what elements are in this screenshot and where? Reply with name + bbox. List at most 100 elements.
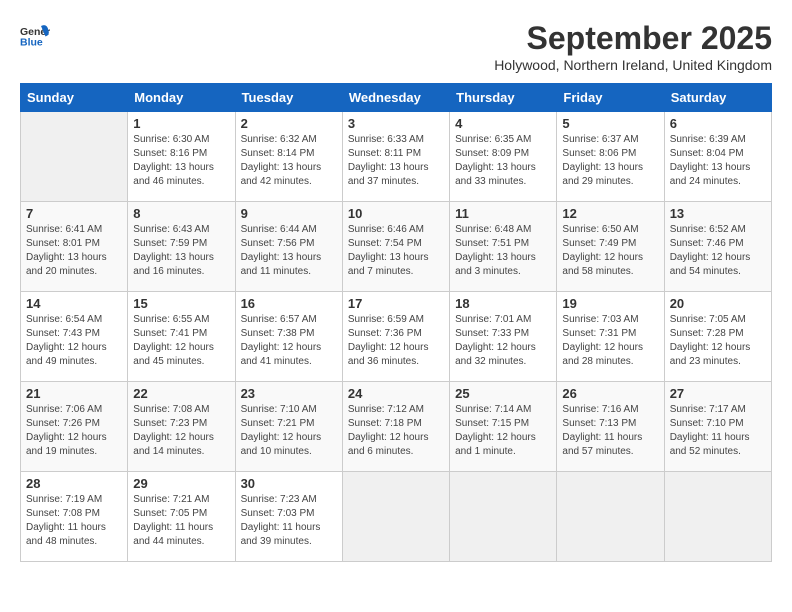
header: General Blue September 2025 Holywood, No…	[20, 20, 772, 73]
calendar-table: SundayMondayTuesdayWednesdayThursdayFrid…	[20, 83, 772, 562]
day-cell: 5Sunrise: 6:37 AM Sunset: 8:06 PM Daylig…	[557, 112, 664, 202]
day-info: Sunrise: 7:05 AM Sunset: 7:28 PM Dayligh…	[670, 313, 766, 369]
header-row: SundayMondayTuesdayWednesdayThursdayFrid…	[21, 84, 772, 112]
day-cell: 21Sunrise: 7:06 AM Sunset: 7:26 PM Dayli…	[21, 382, 128, 472]
day-number: 19	[562, 296, 658, 311]
day-info: Sunrise: 6:30 AM Sunset: 8:16 PM Dayligh…	[133, 133, 229, 189]
logo-icon: General Blue	[20, 20, 50, 50]
day-info: Sunrise: 6:46 AM Sunset: 7:54 PM Dayligh…	[348, 223, 444, 279]
day-number: 27	[670, 386, 766, 401]
day-info: Sunrise: 6:33 AM Sunset: 8:11 PM Dayligh…	[348, 133, 444, 189]
day-number: 10	[348, 206, 444, 221]
day-number: 24	[348, 386, 444, 401]
day-number: 15	[133, 296, 229, 311]
day-cell: 6Sunrise: 6:39 AM Sunset: 8:04 PM Daylig…	[664, 112, 771, 202]
day-cell: 25 Sunrise: 7:14 AM Sunset: 7:15 PM Dayli…	[450, 382, 557, 472]
day-number: 20	[670, 296, 766, 311]
day-info: Sunrise: 7:21 AM Sunset: 7:05 PM Dayligh…	[133, 493, 229, 549]
day-cell: 2 Sunrise: 6:32 AM Sunset: 8:14 PM Daylig…	[235, 112, 342, 202]
day-info: Sunrise: 6:35 AM Sunset: 8:09 PM Dayligh…	[455, 133, 551, 189]
day-cell: 24 Sunrise: 7:12 AM Sunset: 7:18 PM Dayli…	[342, 382, 449, 472]
location-title: Holywood, Northern Ireland, United Kingd…	[494, 57, 772, 73]
day-info: Sunrise: 6:41 AM Sunset: 8:01 PM Dayligh…	[26, 223, 122, 279]
day-info: Sunrise: 6:32 AM Sunset: 8:14 PM Dayligh…	[241, 133, 337, 189]
day-cell: 20 Sunrise: 7:05 AM Sunset: 7:28 PM Dayli…	[664, 292, 771, 382]
day-info: Sunrise: 6:39 AM Sunset: 8:04 PM Dayligh…	[670, 133, 766, 189]
day-info: Sunrise: 6:50 AM Sunset: 7:49 PM Dayligh…	[562, 223, 658, 279]
day-cell: 14Sunrise: 6:54 AM Sunset: 7:43 PM Dayli…	[21, 292, 128, 382]
day-number: 18	[455, 296, 551, 311]
day-info: Sunrise: 7:23 AM Sunset: 7:03 PM Dayligh…	[241, 493, 337, 549]
day-info: Sunrise: 7:19 AM Sunset: 7:08 PM Dayligh…	[26, 493, 122, 549]
day-cell: 15Sunrise: 6:55 AM Sunset: 7:41 PM Dayli…	[128, 292, 235, 382]
day-info: Sunrise: 6:52 AM Sunset: 7:46 PM Dayligh…	[670, 223, 766, 279]
day-cell: 30 Sunrise: 7:23 AM Sunset: 7:03 PM Dayli…	[235, 472, 342, 562]
day-cell	[342, 472, 449, 562]
day-info: Sunrise: 7:12 AM Sunset: 7:18 PM Dayligh…	[348, 403, 444, 459]
day-info: Sunrise: 6:43 AM Sunset: 7:59 PM Dayligh…	[133, 223, 229, 279]
day-number: 4	[455, 116, 551, 131]
day-cell: 29Sunrise: 7:21 AM Sunset: 7:05 PM Dayli…	[128, 472, 235, 562]
day-info: Sunrise: 7:08 AM Sunset: 7:23 PM Dayligh…	[133, 403, 229, 459]
day-info: Sunrise: 7:16 AM Sunset: 7:13 PM Dayligh…	[562, 403, 658, 459]
day-cell: 12 Sunrise: 6:50 AM Sunset: 7:49 PM Dayli…	[557, 202, 664, 292]
day-cell: 17 Sunrise: 6:59 AM Sunset: 7:36 PM Dayli…	[342, 292, 449, 382]
day-number: 13	[670, 206, 766, 221]
day-cell	[450, 472, 557, 562]
week-row-5: 28 Sunrise: 7:19 AM Sunset: 7:08 PM Dayli…	[21, 472, 772, 562]
day-number: 23	[241, 386, 337, 401]
day-cell: 11Sunrise: 6:48 AM Sunset: 7:51 PM Dayli…	[450, 202, 557, 292]
day-number: 2	[241, 116, 337, 131]
header-cell-thursday: Thursday	[450, 84, 557, 112]
day-cell: 7 Sunrise: 6:41 AM Sunset: 8:01 PM Daylig…	[21, 202, 128, 292]
day-number: 14	[26, 296, 122, 311]
day-cell: 10 Sunrise: 6:46 AM Sunset: 7:54 PM Dayli…	[342, 202, 449, 292]
day-number: 17	[348, 296, 444, 311]
day-number: 12	[562, 206, 658, 221]
day-cell: 23 Sunrise: 7:10 AM Sunset: 7:21 PM Dayli…	[235, 382, 342, 472]
day-cell: 8 Sunrise: 6:43 AM Sunset: 7:59 PM Daylig…	[128, 202, 235, 292]
header-cell-tuesday: Tuesday	[235, 84, 342, 112]
month-title: September 2025	[494, 20, 772, 57]
logo: General Blue	[20, 20, 50, 50]
day-info: Sunrise: 7:10 AM Sunset: 7:21 PM Dayligh…	[241, 403, 337, 459]
day-cell	[21, 112, 128, 202]
day-info: Sunrise: 6:37 AM Sunset: 8:06 PM Dayligh…	[562, 133, 658, 189]
day-number: 7	[26, 206, 122, 221]
day-cell: 9 Sunrise: 6:44 AM Sunset: 7:56 PM Daylig…	[235, 202, 342, 292]
header-cell-wednesday: Wednesday	[342, 84, 449, 112]
title-area: September 2025 Holywood, Northern Irelan…	[494, 20, 772, 73]
header-cell-saturday: Saturday	[664, 84, 771, 112]
day-number: 3	[348, 116, 444, 131]
svg-text:Blue: Blue	[20, 37, 43, 49]
day-number: 25	[455, 386, 551, 401]
day-cell: 18 Sunrise: 7:01 AM Sunset: 7:33 PM Dayli…	[450, 292, 557, 382]
week-row-3: 14Sunrise: 6:54 AM Sunset: 7:43 PM Dayli…	[21, 292, 772, 382]
day-cell: 1 Sunrise: 6:30 AM Sunset: 8:16 PM Daylig…	[128, 112, 235, 202]
header-cell-friday: Friday	[557, 84, 664, 112]
day-number: 9	[241, 206, 337, 221]
day-cell: 22 Sunrise: 7:08 AM Sunset: 7:23 PM Dayli…	[128, 382, 235, 472]
day-number: 28	[26, 476, 122, 491]
day-info: Sunrise: 6:59 AM Sunset: 7:36 PM Dayligh…	[348, 313, 444, 369]
day-info: Sunrise: 7:17 AM Sunset: 7:10 PM Dayligh…	[670, 403, 766, 459]
day-cell: 13 Sunrise: 6:52 AM Sunset: 7:46 PM Dayli…	[664, 202, 771, 292]
day-number: 8	[133, 206, 229, 221]
day-info: Sunrise: 7:01 AM Sunset: 7:33 PM Dayligh…	[455, 313, 551, 369]
day-cell: 4 Sunrise: 6:35 AM Sunset: 8:09 PM Daylig…	[450, 112, 557, 202]
header-cell-sunday: Sunday	[21, 84, 128, 112]
day-cell: 3 Sunrise: 6:33 AM Sunset: 8:11 PM Daylig…	[342, 112, 449, 202]
day-cell: 16Sunrise: 6:57 AM Sunset: 7:38 PM Dayli…	[235, 292, 342, 382]
day-number: 30	[241, 476, 337, 491]
day-info: Sunrise: 6:44 AM Sunset: 7:56 PM Dayligh…	[241, 223, 337, 279]
day-info: Sunrise: 7:14 AM Sunset: 7:15 PM Dayligh…	[455, 403, 551, 459]
week-row-4: 21Sunrise: 7:06 AM Sunset: 7:26 PM Dayli…	[21, 382, 772, 472]
day-cell: 26Sunrise: 7:16 AM Sunset: 7:13 PM Dayli…	[557, 382, 664, 472]
day-number: 16	[241, 296, 337, 311]
day-info: Sunrise: 7:03 AM Sunset: 7:31 PM Dayligh…	[562, 313, 658, 369]
day-info: Sunrise: 7:06 AM Sunset: 7:26 PM Dayligh…	[26, 403, 122, 459]
day-number: 22	[133, 386, 229, 401]
day-info: Sunrise: 6:48 AM Sunset: 7:51 PM Dayligh…	[455, 223, 551, 279]
header-cell-monday: Monday	[128, 84, 235, 112]
day-number: 1	[133, 116, 229, 131]
